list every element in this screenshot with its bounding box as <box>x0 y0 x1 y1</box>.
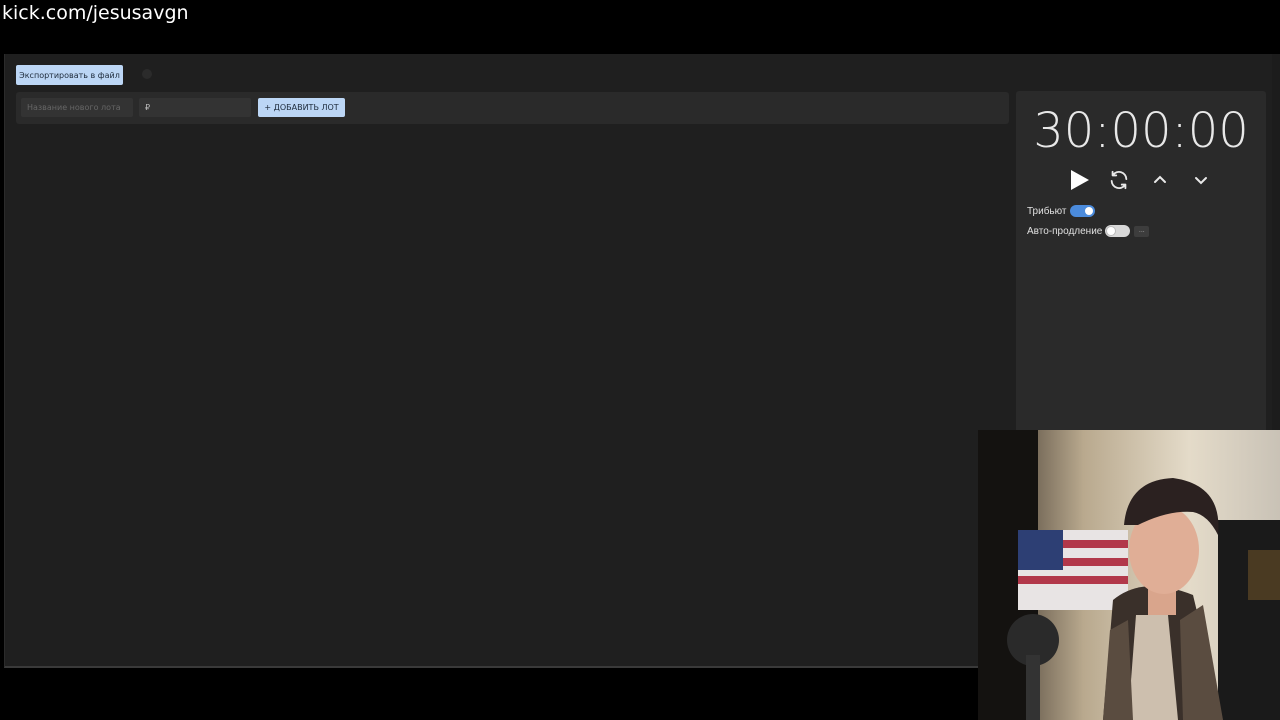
status-indicator <box>142 69 152 79</box>
new-lot-form: + ДОБАВИТЬ ЛОТ <box>16 92 1009 124</box>
add-lot-button[interactable]: + ДОБАВИТЬ ЛОТ <box>258 98 345 117</box>
play-icon[interactable] <box>1065 166 1093 194</box>
refresh-icon[interactable] <box>1105 166 1133 194</box>
lot-price-input[interactable] <box>139 98 251 117</box>
timer-display: 30:00:00 <box>1033 103 1249 159</box>
stream-url-overlay: kick.com/jesusavgn <box>2 2 189 24</box>
chevron-up-icon[interactable] <box>1146 166 1174 194</box>
tribute-label: Трибьют <box>1027 205 1067 217</box>
streamer-video-image <box>978 430 1280 720</box>
auto-extend-setting: Авто-продление ... <box>1027 224 1150 238</box>
lot-name-input[interactable] <box>21 98 133 117</box>
timer-panel: 30:00:00 Трибьют Авто-продление ... <box>1016 91 1266 436</box>
auto-extend-label: Авто-продление <box>1027 225 1103 237</box>
chevron-down-icon[interactable] <box>1187 166 1215 194</box>
auto-extend-toggle[interactable] <box>1105 225 1131 237</box>
tribute-toggle[interactable] <box>1069 205 1095 217</box>
tribute-setting: Трибьют <box>1027 204 1095 218</box>
export-to-file-button[interactable]: Экспортировать в файл <box>16 65 123 85</box>
auto-extend-options-button[interactable]: ... <box>1134 225 1150 237</box>
webcam-overlay <box>978 430 1280 720</box>
